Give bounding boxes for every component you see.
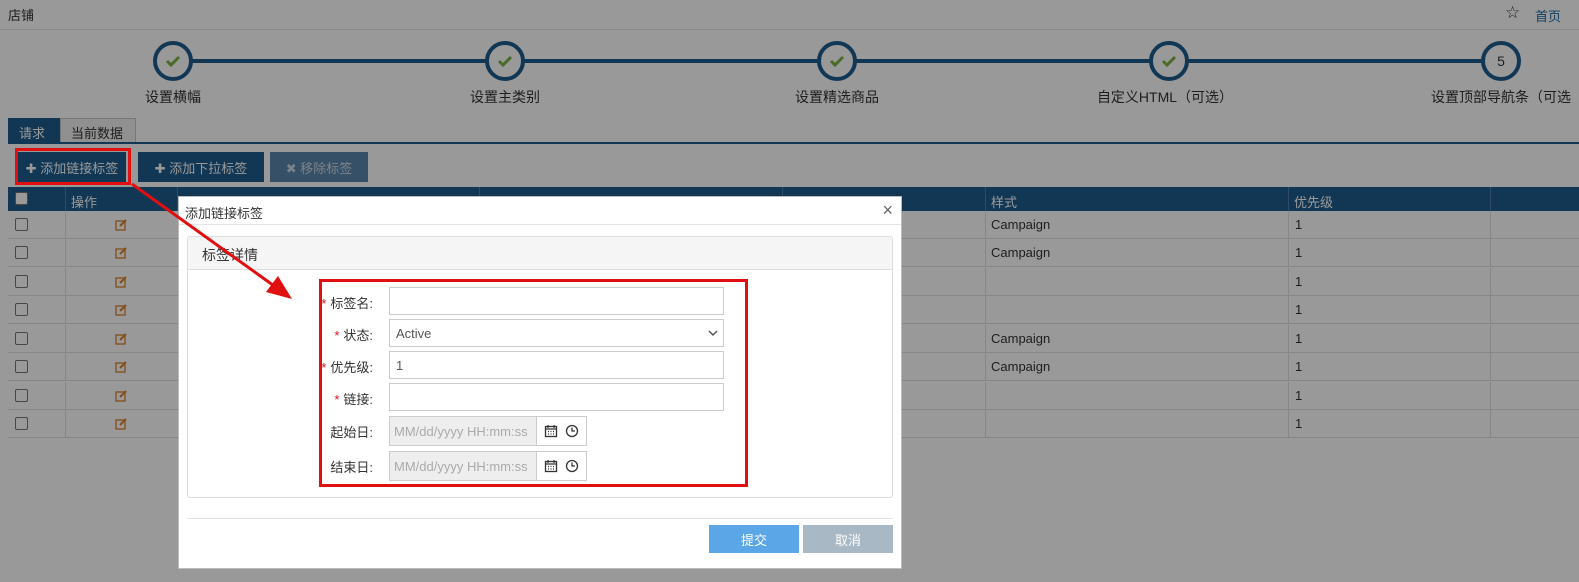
annotation-highlight-button [15,148,131,185]
dialog-title: 添加链接标签 [185,206,264,221]
panel-title: 标签详情 [202,247,258,263]
submit-button[interactable]: 提交 [709,525,799,553]
dialog-header: 添加链接标签 × [179,197,901,225]
panel-header: 标签详情 [188,237,892,270]
cancel-button[interactable]: 取消 [803,525,893,553]
close-icon[interactable]: × [882,200,893,220]
dialog-footer-divider [187,518,893,519]
annotation-highlight-form [319,279,748,487]
